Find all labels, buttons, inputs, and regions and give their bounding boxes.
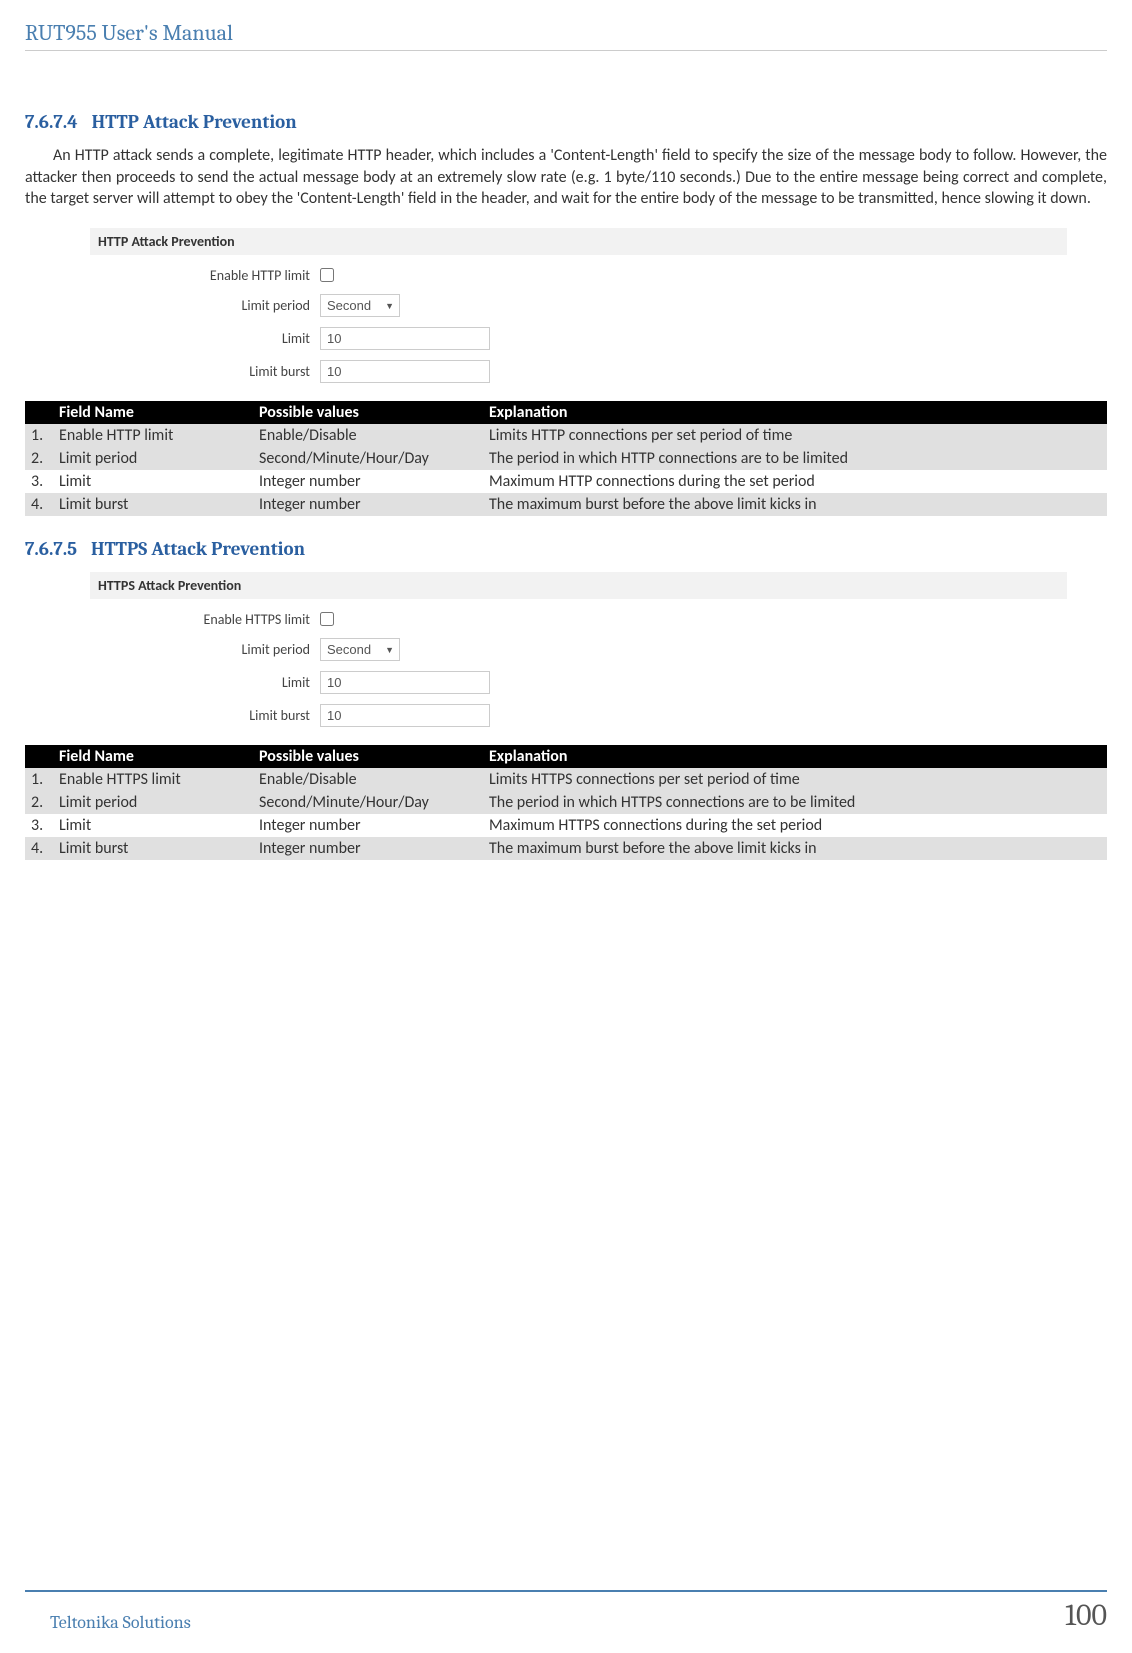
cell: Maximum HTTPS connections during the set… (483, 814, 1107, 837)
th-values: Possible values (253, 401, 483, 424)
table-row: 4. Limit burst Integer number The maximu… (25, 493, 1107, 516)
http-table: Field Name Possible values Explanation 1… (25, 401, 1107, 516)
th-explanation: Explanation (483, 401, 1107, 424)
enable-http-checkbox[interactable] (320, 268, 334, 282)
enable-http-label: Enable HTTP limit (90, 267, 320, 284)
cell: Enable/Disable (253, 768, 483, 791)
cell: 3. (25, 814, 53, 837)
cell: Limit burst (53, 837, 253, 860)
http-form: HTTP Attack Prevention Enable HTTP limit… (90, 228, 1067, 383)
th-field: Field Name (53, 745, 253, 768)
cell: Second/Minute/Hour/Day (253, 447, 483, 470)
table-row: 2. Limit period Second/Minute/Hour/Day T… (25, 447, 1107, 470)
limit-https-input[interactable] (320, 671, 490, 694)
cell: Maximum HTTP connections during the set … (483, 470, 1107, 493)
cell: 4. (25, 493, 53, 516)
form-row-period-https: Limit period Second (90, 638, 1067, 661)
form-row-enable-https: Enable HTTPS limit (90, 611, 1067, 628)
table-header-row: Field Name Possible values Explanation (25, 745, 1107, 768)
cell: Limits HTTPS connections per set period … (483, 768, 1107, 791)
cell: The maximum burst before the above limit… (483, 837, 1107, 860)
th-blank (25, 745, 53, 768)
footer-divider (25, 1590, 1107, 1592)
cell: Second/Minute/Hour/Day (253, 791, 483, 814)
cell: Limit (53, 470, 253, 493)
section-number: 7.6.7.4 (25, 111, 78, 133)
https-form-heading: HTTPS Attack Prevention (90, 572, 1067, 599)
form-row-enable-http: Enable HTTP limit (90, 267, 1067, 284)
document-header-title: RUT955 User's Manual (25, 20, 1107, 46)
http-form-heading: HTTP Attack Prevention (90, 228, 1067, 255)
section-number: 7.6.7.5 (25, 538, 77, 560)
th-field: Field Name (53, 401, 253, 424)
period-https-label: Limit period (90, 641, 320, 658)
form-row-burst-https: Limit burst (90, 704, 1067, 727)
form-row-limit-https: Limit (90, 671, 1067, 694)
cell: 2. (25, 447, 53, 470)
cell: Limit period (53, 447, 253, 470)
cell: Integer number (253, 814, 483, 837)
cell: The maximum burst before the above limit… (483, 493, 1107, 516)
section-heading-https: 7.6.7.5 HTTPS Attack Prevention (25, 538, 1107, 560)
cell: 4. (25, 837, 53, 860)
cell: Integer number (253, 837, 483, 860)
https-form: HTTPS Attack Prevention Enable HTTPS lim… (90, 572, 1067, 727)
cell: Integer number (253, 493, 483, 516)
table-row: 3. Limit Integer number Maximum HTTPS co… (25, 814, 1107, 837)
form-row-limit-http: Limit (90, 327, 1067, 350)
cell: 2. (25, 791, 53, 814)
cell: The period in which HTTP connections are… (483, 447, 1107, 470)
cell: Enable HTTPS limit (53, 768, 253, 791)
limit-http-label: Limit (90, 330, 320, 347)
table-row: 4. Limit burst Integer number The maximu… (25, 837, 1107, 860)
https-table: Field Name Possible values Explanation 1… (25, 745, 1107, 860)
section-title: HTTPS Attack Prevention (91, 538, 305, 560)
period-http-label: Limit period (90, 297, 320, 314)
table-row: 1. Enable HTTPS limit Enable/Disable Lim… (25, 768, 1107, 791)
form-row-period-http: Limit period Second (90, 294, 1067, 317)
th-values: Possible values (253, 745, 483, 768)
cell: The period in which HTTPS connections ar… (483, 791, 1107, 814)
period-https-select[interactable]: Second (320, 638, 400, 661)
section-paragraph: An HTTP attack sends a complete, legitim… (25, 145, 1107, 210)
page-number: 100 (1065, 1598, 1107, 1633)
section-title: HTTP Attack Prevention (92, 111, 297, 133)
cell: Limit period (53, 791, 253, 814)
burst-https-input[interactable] (320, 704, 490, 727)
cell: Limits HTTP connections per set period o… (483, 424, 1107, 447)
burst-https-label: Limit burst (90, 707, 320, 724)
page-footer: Teltonika Solutions 100 (25, 1590, 1107, 1633)
limit-https-label: Limit (90, 674, 320, 691)
enable-https-label: Enable HTTPS limit (90, 611, 320, 628)
cell: Enable HTTP limit (53, 424, 253, 447)
cell: 3. (25, 470, 53, 493)
table-row: 3. Limit Integer number Maximum HTTP con… (25, 470, 1107, 493)
burst-http-input[interactable] (320, 360, 490, 383)
th-explanation: Explanation (483, 745, 1107, 768)
limit-http-input[interactable] (320, 327, 490, 350)
header-divider (25, 50, 1107, 51)
th-blank (25, 401, 53, 424)
cell: Enable/Disable (253, 424, 483, 447)
burst-http-label: Limit burst (90, 363, 320, 380)
form-row-burst-http: Limit burst (90, 360, 1067, 383)
section-heading-http: 7.6.7.4 HTTP Attack Prevention (25, 111, 1107, 133)
period-http-select[interactable]: Second (320, 294, 400, 317)
cell: 1. (25, 424, 53, 447)
footer-brand: Teltonika Solutions (25, 1612, 191, 1633)
table-row: 1. Enable HTTP limit Enable/Disable Limi… (25, 424, 1107, 447)
enable-https-checkbox[interactable] (320, 612, 334, 626)
cell: 1. (25, 768, 53, 791)
cell: Limit burst (53, 493, 253, 516)
table-row: 2. Limit period Second/Minute/Hour/Day T… (25, 791, 1107, 814)
cell: Limit (53, 814, 253, 837)
cell: Integer number (253, 470, 483, 493)
table-header-row: Field Name Possible values Explanation (25, 401, 1107, 424)
